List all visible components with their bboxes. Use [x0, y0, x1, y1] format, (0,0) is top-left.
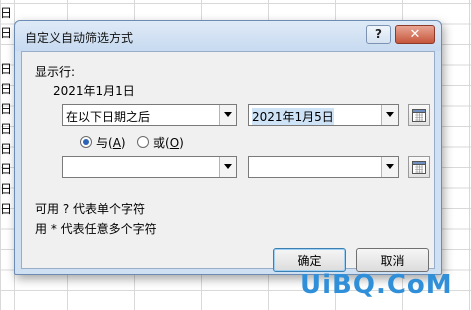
sheet-cell: 日 — [0, 62, 13, 76]
condition2-value-combo[interactable] — [248, 156, 399, 178]
watermark-logo: UiBQ.CoM — [300, 270, 453, 300]
condition1-value-combo[interactable]: 2021年1月5日 — [248, 104, 399, 126]
field-name-label: 2021年1月1日 — [53, 84, 135, 98]
sheet-cell: 日 — [0, 122, 13, 136]
close-button[interactable]: ✕ — [395, 25, 435, 44]
sheet-cell: 日 — [0, 26, 13, 40]
help-button[interactable]: ? — [366, 25, 391, 44]
chevron-down-icon[interactable] — [219, 105, 236, 125]
condition2-calendar-button[interactable] — [408, 156, 430, 178]
condition2-operator-select[interactable] — [62, 156, 237, 178]
chevron-down-icon[interactable] — [219, 157, 236, 177]
dialog-titlebar[interactable]: 自定义自动筛选方式 ? ✕ — [15, 21, 441, 51]
or-radio-label[interactable]: 或(O) — [153, 134, 184, 151]
show-rows-label: 显示行: — [35, 65, 76, 79]
sheet-cell: 日 — [0, 6, 13, 20]
hint-single-char: 可用 ? 代表单个字符 — [35, 202, 145, 216]
custom-autofilter-dialog: 自定义自动筛选方式 ? ✕ 显示行: 2021年1月1日 在以下日期之后 202… — [14, 20, 442, 275]
cancel-button[interactable]: 取消 — [356, 248, 429, 272]
sheet-cell: 日 — [0, 142, 13, 156]
condition1-calendar-button[interactable] — [408, 104, 430, 126]
condition1-operator-select[interactable]: 在以下日期之后 — [62, 104, 237, 126]
chevron-down-icon[interactable] — [381, 105, 398, 125]
dialog-title: 自定义自动筛选方式 — [25, 31, 134, 45]
condition1-operator-value: 在以下日期之后 — [66, 110, 151, 124]
and-radio-label[interactable]: 与(A) — [96, 134, 126, 151]
calendar-icon — [412, 109, 426, 122]
spreadsheet-column: 日 日 日 日 日 日 日 日 日 日 — [0, 0, 15, 310]
calendar-icon — [412, 161, 426, 174]
sheet-cell: 日 — [0, 162, 13, 176]
sheet-cell: 日 — [0, 202, 13, 216]
and-radio[interactable] — [80, 136, 92, 148]
condition1-value: 2021年1月5日 — [252, 108, 334, 125]
sheet-cell: 日 — [0, 82, 13, 96]
hint-multi-char: 用 * 代表任意多个字符 — [35, 222, 157, 236]
chevron-down-icon[interactable] — [381, 157, 398, 177]
ok-button[interactable]: 确定 — [273, 248, 346, 272]
dialog-body: 显示行: 2021年1月1日 在以下日期之后 2021年1月5日 与(A) 或(… — [21, 51, 435, 272]
or-radio[interactable] — [137, 136, 149, 148]
sheet-cell: 日 — [0, 102, 13, 116]
sheet-cell: 日 — [0, 182, 13, 196]
